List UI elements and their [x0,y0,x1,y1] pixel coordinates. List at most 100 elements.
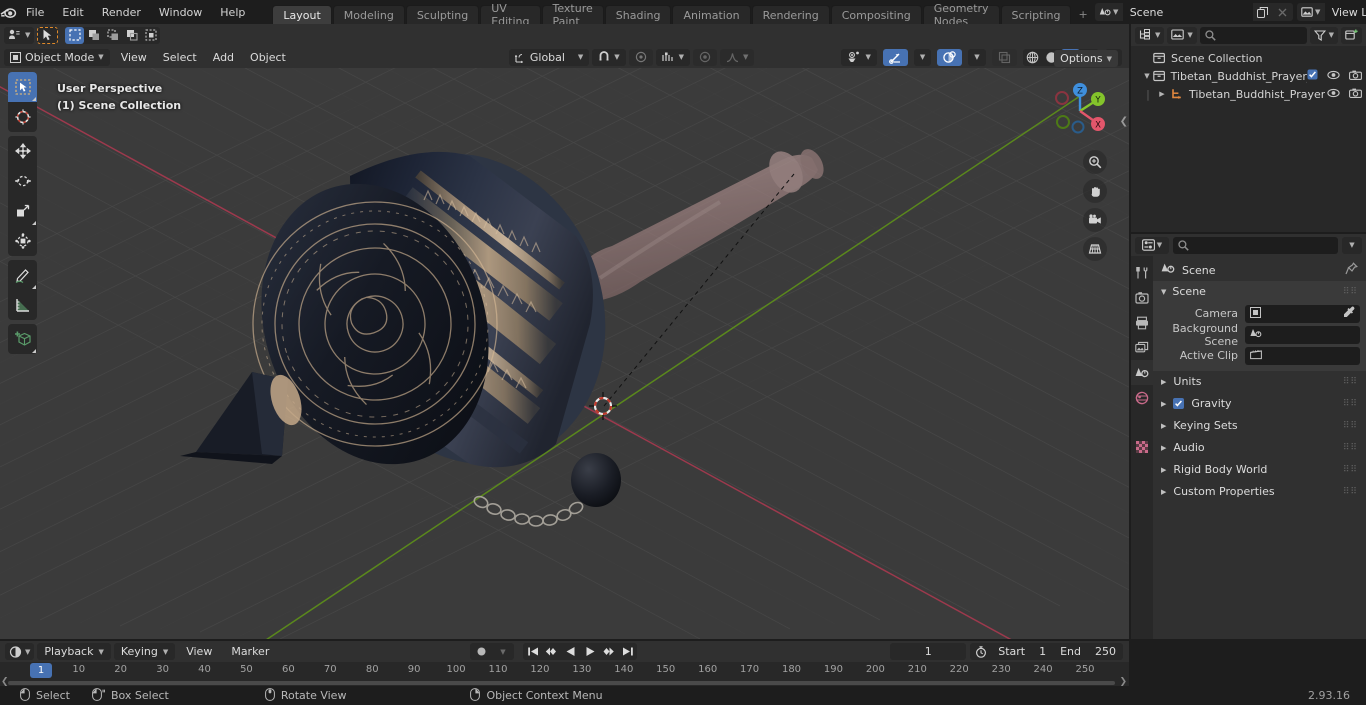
tab-scripting[interactable]: Scripting [1000,5,1072,24]
options-button[interactable]: Options ▼ [1054,50,1118,67]
unlink-scene-button[interactable] [1272,3,1293,21]
overlays-toggle[interactable] [937,48,963,66]
tool-cursor[interactable] [8,102,37,132]
timeline-editor-icon[interactable]: ▼ [5,643,35,660]
jump-to-prev-keyframe-icon[interactable] [542,643,561,660]
timeline-menu-view[interactable]: View [178,643,220,660]
snap-toggle[interactable]: ▼ [592,48,626,66]
scene-selector[interactable]: ▼ Scene [1094,3,1293,21]
panel-audio[interactable]: ▶ Audio ⠿⠿ [1153,437,1366,458]
select-box-intersect-icon[interactable] [141,27,160,44]
panel-expand-triangle-icon[interactable]: ▼ [1161,288,1166,296]
play-reverse-icon[interactable] [561,643,580,660]
jump-to-next-keyframe-icon[interactable] [599,643,618,660]
tool-measure[interactable] [8,290,37,320]
menu-help[interactable]: Help [211,0,254,24]
viewport-menu-object[interactable]: Object [242,49,294,66]
tool-move[interactable] [8,136,37,166]
tab-compositing[interactable]: Compositing [830,5,922,24]
gravity-checkbox[interactable] [1173,398,1185,409]
properties-search-input[interactable] [1173,236,1338,254]
view-layer-icon[interactable]: ▼ [1296,3,1325,21]
viewport-menu-add[interactable]: Add [205,49,242,66]
scene-name[interactable]: Scene [1122,3,1253,21]
viewport-menu-select[interactable]: Select [155,49,205,66]
filter-funnel-icon[interactable]: ▼ [1309,26,1338,44]
stopwatch-icon[interactable] [970,645,991,658]
auto-keying-dropdown[interactable]: ▼ [492,643,514,660]
current-frame-field[interactable]: 1 [890,643,967,660]
menu-render[interactable]: Render [93,0,150,24]
panel-expand-triangle-icon[interactable]: ▶ [1161,488,1166,496]
play-icon[interactable] [580,643,599,660]
zoom-icon[interactable] [1083,150,1107,174]
disable-in-render-icon[interactable] [1349,88,1362,101]
select-box-invert-icon[interactable] [122,27,141,44]
select-box-extend-icon[interactable] [84,27,103,44]
tab-texture-paint[interactable]: Texture Paint [541,2,604,28]
tab-layout[interactable]: Layout [272,5,332,24]
timeline-menu-marker[interactable]: Marker [223,643,277,660]
panel-expand-triangle-icon[interactable]: ▶ [1161,444,1166,452]
properties-tab-output[interactable] [1131,310,1153,335]
outliner-row-prayer-wheel-object[interactable]: | ▶ Tibetan_Buddhist_Prayer [1131,85,1366,103]
active-clip-field[interactable] [1245,346,1360,365]
panel-keying-sets[interactable]: ▶ Keying Sets ⠿⠿ [1153,415,1366,436]
expand-triangle-icon[interactable]: ▼ [1141,72,1153,80]
new-collection-icon[interactable] [1341,26,1362,44]
hide-in-viewport-icon[interactable] [1327,70,1340,83]
panel-expand-triangle-icon[interactable]: ▶ [1161,422,1166,430]
tool-scale[interactable] [8,196,37,226]
tool-transform[interactable] [8,226,37,256]
panel-expand-triangle-icon[interactable]: ▶ [1161,378,1166,386]
start-frame-field[interactable]: Start 1 [991,643,1053,660]
proportional-falloff-selector[interactable]: ▼ [655,48,691,66]
properties-tab-tool[interactable] [1131,260,1153,285]
view-layer-name[interactable]: View Layer [1324,3,1366,21]
camera-icon[interactable] [1083,208,1107,232]
tab-animation[interactable]: Animation [672,5,751,24]
properties-tab-world[interactable] [1131,385,1153,410]
hand-pan-icon[interactable] [1083,179,1107,203]
panel-expand-triangle-icon[interactable]: ▶ [1161,466,1166,474]
panel-scene-header[interactable]: ▼ Scene ⠿⠿ [1153,281,1366,302]
outliner-row-scene-collection[interactable]: ▼ Scene Collection [1131,49,1366,67]
visibility-selector[interactable]: ▼ [841,48,877,66]
gizmo-toggle[interactable] [882,48,908,66]
select-box-subtract-icon[interactable] [103,27,122,44]
eyedropper-icon[interactable] [1343,306,1355,321]
tool-tweak[interactable] [8,72,37,102]
overlays-dropdown[interactable]: ▼ [968,48,986,66]
timeline-playhead[interactable]: 1 [30,663,52,678]
xray-toggle[interactable] [991,48,1017,66]
panel-gravity[interactable]: ▶ Gravity ⠿⠿ [1153,393,1366,414]
jump-to-start-icon[interactable] [523,643,542,660]
jump-to-end-icon[interactable] [618,643,637,660]
expand-triangle-icon[interactable]: ▶ [1155,90,1169,98]
pin-icon[interactable] [1345,262,1358,278]
panel-units[interactable]: ▶ Units ⠿⠿ [1153,371,1366,392]
menu-window[interactable]: Window [150,0,211,24]
outliner-filter-id-icon[interactable]: ▼ [1167,26,1197,44]
playback-dropdown[interactable]: Playback ▼ [37,643,111,660]
properties-tab-render[interactable] [1131,285,1153,310]
editor-type-3dview-icon[interactable]: ▼ [4,26,35,44]
tab-uv-editing[interactable]: UV Editing [480,2,541,28]
camera-field[interactable] [1245,304,1360,323]
tool-annotate[interactable] [8,260,37,290]
scrollbar-thumb[interactable] [8,681,1115,685]
menu-edit[interactable]: Edit [53,0,92,24]
navigation-gizmo[interactable]: Z Y X [1045,76,1115,146]
background-scene-field[interactable] [1245,325,1360,344]
menu-file[interactable]: File [17,0,53,24]
proportional-connected-toggle[interactable] [693,48,718,66]
timeline-editor[interactable]: ▼ Playback ▼ Keying ▼ View Marker ▼ 1 St… [0,641,1129,687]
scene-icon[interactable]: ▼ [1094,3,1123,21]
add-workspace-button[interactable]: + [1072,5,1093,24]
gizmo-dropdown[interactable]: ▼ [913,48,932,66]
mode-selector[interactable]: Object Mode ▼ [4,48,110,66]
properties-tab-view-layer[interactable] [1131,335,1153,360]
record-dot-icon[interactable] [470,643,492,660]
transform-orientation-selector[interactable]: Global ▼ [508,48,590,66]
properties-options-dropdown[interactable]: ▼ [1342,236,1362,254]
